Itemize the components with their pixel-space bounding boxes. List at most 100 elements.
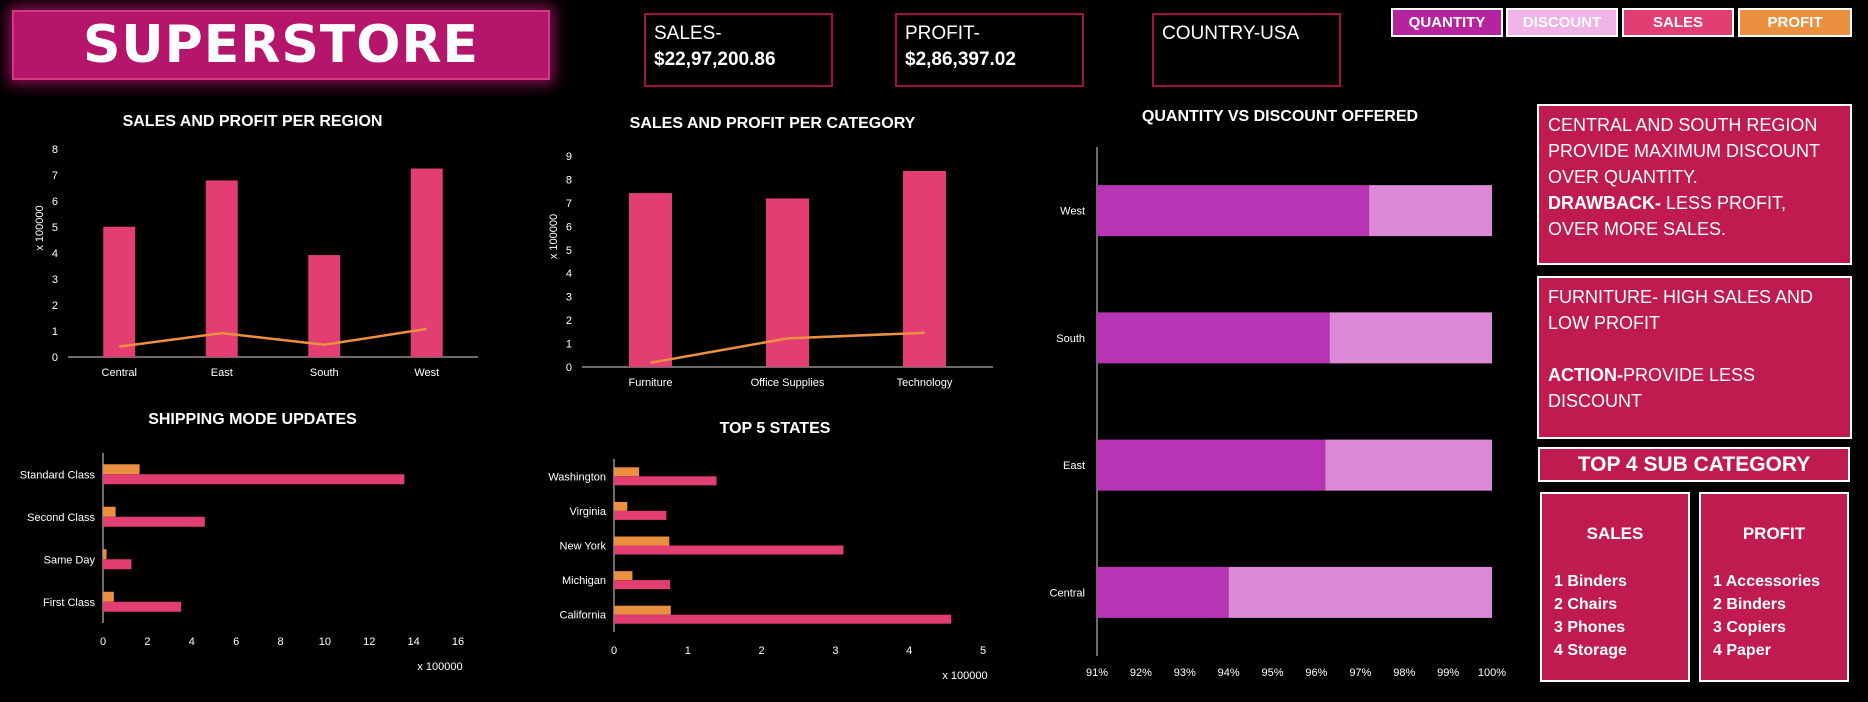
dashboard-title: SUPERSTORE — [82, 15, 480, 75]
legend-discount-button[interactable]: DISCOUNT — [1506, 8, 1618, 37]
y-tick-label: California — [560, 610, 607, 622]
profit-bar — [103, 549, 107, 560]
quantity-bar — [1097, 566, 1229, 618]
list-item: 1 Binders — [1554, 573, 1627, 590]
x-tick-label: 0 — [100, 636, 106, 648]
kpi-sales-value: $22,97,200.86 — [654, 49, 776, 70]
x-tick-label: 3 — [832, 645, 838, 657]
y-tick-label: Standard Class — [20, 469, 96, 481]
y-tick-label: 7 — [566, 198, 572, 210]
x-tick-label: 99% — [1437, 667, 1459, 679]
y-tick-label: 2 — [566, 315, 572, 327]
discount-bar — [1228, 566, 1492, 618]
x-tick-label: 100% — [1478, 667, 1506, 679]
top-states-chart: Washington Virginia New York Michigan Califo… — [548, 459, 988, 682]
x-tick-label: 1 — [685, 645, 691, 657]
profit-bar — [103, 591, 114, 602]
shipping-mode-chart: Standard Class Second Class Same Day First … — [20, 453, 464, 673]
insight-region-drawback-label: DRAWBACK- — [1548, 193, 1661, 213]
x-tick-label: 12 — [363, 636, 375, 648]
profit-bar — [103, 464, 140, 475]
y-tick-label: 3 — [52, 274, 58, 286]
kpi-profit-value: $2,86,397.02 — [905, 49, 1016, 70]
y-tick-label: Same Day — [44, 554, 96, 566]
y-tick-label: 3 — [566, 292, 572, 304]
quantity-discount-chart: West South East Central 91% 92% 93% 94% 95% 96% 97… — [1050, 147, 1506, 679]
x-tick-label: 16 — [452, 636, 464, 648]
sales-bar — [103, 516, 205, 527]
y-tick-label: Central — [1050, 587, 1085, 599]
kpi-sales-label: SALES- — [654, 23, 722, 44]
insight-region-text: CENTRAL AND SOUTH REGION PROVIDE MAXIMUM… — [1548, 115, 1820, 187]
y-tick-label: 7 — [52, 170, 58, 182]
sales-bar — [614, 545, 844, 555]
x-tick-label: Technology — [897, 377, 953, 389]
top4-sales-heading: SALES — [1586, 524, 1644, 543]
x-axis-label: x 100000 — [942, 670, 987, 682]
sales-bar — [614, 580, 671, 590]
kpi-country-label: COUNTRY-USA — [1162, 23, 1300, 44]
list-item: 3 Copiers — [1713, 619, 1786, 636]
y-tick-label: 5 — [566, 245, 572, 257]
x-tick-label: 92% — [1130, 667, 1152, 679]
top4-profit-box: PROFIT 1 Accessories 2 Binders 3 Copiers… — [1699, 492, 1849, 682]
profit-bar — [103, 506, 116, 517]
legend-profit-button[interactable]: PROFIT — [1738, 8, 1852, 37]
x-axis-label: x 100000 — [417, 661, 462, 673]
discount-bar — [1369, 185, 1492, 237]
y-tick-label: East — [1063, 460, 1085, 472]
x-tick-label: 4 — [906, 645, 912, 657]
y-tick-label: Washington — [548, 471, 606, 483]
sales-bar — [629, 193, 672, 367]
y-tick-label: 4 — [52, 248, 58, 260]
profit-bar — [614, 605, 671, 615]
sales-bar — [614, 614, 952, 624]
sales-bar — [410, 168, 443, 357]
legend-sales-button[interactable]: SALES — [1622, 8, 1734, 37]
y-tick-label: 9 — [566, 151, 572, 163]
x-tick-label: 8 — [277, 636, 283, 648]
x-tick-label: Central — [102, 367, 137, 379]
y-tick-label: 1 — [52, 326, 58, 338]
x-tick-label: 96% — [1305, 667, 1327, 679]
category-chart-title: SALES AND PROFIT PER CATEGORY — [629, 115, 916, 132]
profit-line — [119, 327, 427, 348]
insight-furniture-text: FURNITURE- HIGH SALES AND LOW PROFIT — [1548, 287, 1814, 333]
insight-action-label: ACTION- — [1548, 365, 1623, 385]
list-item: 2 Chairs — [1554, 596, 1618, 613]
kpi-sales-card: SALES- $22,97,200.86 — [644, 13, 833, 87]
top4-sales-box: SALES 1 Binders 2 Chairs 3 Phones 4 Stor… — [1540, 492, 1690, 682]
x-tick-label: 2 — [759, 645, 765, 657]
list-item: 4 Storage — [1554, 642, 1627, 659]
discount-chart-title: QUANTITY VS DISCOUNT OFFERED — [1141, 108, 1419, 125]
x-tick-label: Office Supplies — [751, 377, 825, 389]
profit-bar — [614, 501, 628, 511]
y-tick-label: 0 — [566, 362, 572, 374]
discount-bar — [1329, 312, 1492, 364]
sales-bar — [103, 474, 405, 485]
x-tick-label: 2 — [144, 636, 150, 648]
insight-panel-region: CENTRAL AND SOUTH REGION PROVIDE MAXIMUM… — [1537, 104, 1852, 265]
region-sales-profit-chart: 0 1 2 3 4 5 6 7 8 x 100000 Central East South West — [34, 144, 478, 379]
y-tick-label: Michigan — [562, 575, 606, 587]
top4-profit-heading: PROFIT — [1742, 524, 1806, 543]
x-tick-label: 98% — [1393, 667, 1415, 679]
sales-bar — [903, 171, 946, 367]
legend-quantity-button[interactable]: QUANTITY — [1391, 8, 1503, 37]
x-tick-label: 4 — [189, 636, 195, 648]
kpi-country-card: COUNTRY-USA — [1152, 13, 1341, 87]
y-tick-label: Virginia — [570, 506, 607, 518]
sales-bar — [103, 226, 136, 357]
legend-quantity-label: QUANTITY — [1408, 14, 1486, 31]
x-tick-label: East — [211, 367, 233, 379]
y-tick-label: 8 — [52, 144, 58, 156]
discount-bar — [1325, 439, 1492, 491]
y-tick-label: 1 — [566, 339, 572, 351]
y-tick-label: South — [1056, 333, 1085, 345]
profit-bar — [614, 571, 633, 581]
x-tick-label: West — [414, 367, 439, 379]
insight-panel-furniture: FURNITURE- HIGH SALES AND LOW PROFIT ACT… — [1537, 276, 1852, 439]
y-tick-label: 6 — [566, 221, 572, 233]
x-tick-label: Furniture — [628, 377, 672, 389]
y-tick-label: 4 — [566, 268, 572, 280]
